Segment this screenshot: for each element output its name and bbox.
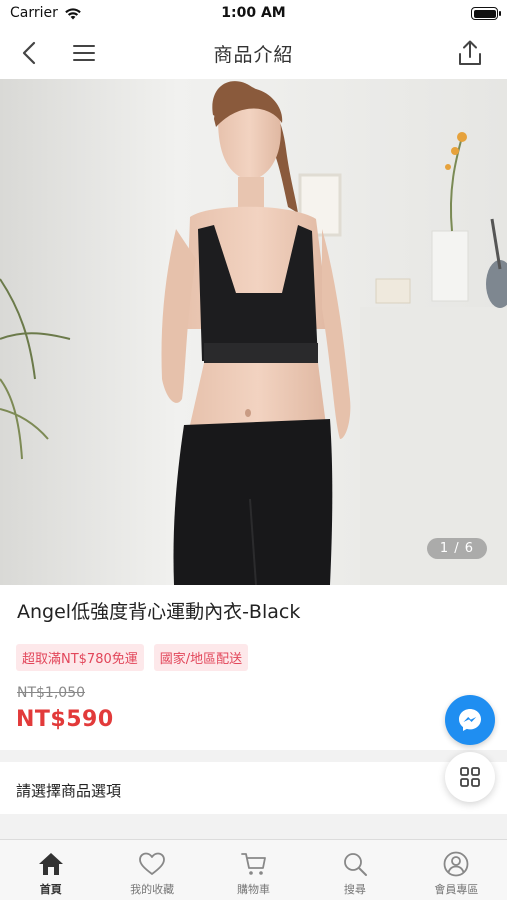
promo-tags: 超取滿NT$780免運 國家/地區配送	[16, 644, 249, 671]
tab-cart[interactable]: 購物車	[203, 840, 304, 900]
product-title: Angel低強度背心運動內衣-Black	[17, 601, 301, 623]
status-bar: Carrier 1:00 AM	[0, 0, 507, 28]
grid-menu-button[interactable]	[445, 752, 495, 802]
original-price: NT$1,050	[17, 685, 86, 701]
tab-search-label: 搜尋	[343, 883, 366, 896]
battery-icon	[471, 7, 501, 20]
nav-header: 商品介紹	[0, 28, 507, 78]
home-icon	[38, 853, 63, 875]
product-image-gallery[interactable]: 1 / 6	[0, 79, 507, 585]
tab-member-label: 會員專區	[434, 883, 479, 896]
messenger-button[interactable]	[445, 695, 495, 745]
heart-icon	[139, 852, 166, 875]
product-photo	[0, 79, 507, 585]
bottom-tab-bar: 首頁 我的收藏 購物車 搜尋 會員專區	[0, 839, 507, 900]
delivery-region-tag[interactable]: 國家/地區配送	[153, 644, 249, 671]
tab-favorites-label: 我的收藏	[130, 883, 175, 896]
select-option-label: 請選擇商品選項	[16, 782, 122, 800]
tab-cart-label: 購物車	[237, 883, 271, 896]
tab-home[interactable]: 首頁	[0, 840, 101, 900]
gallery-pager: 1 / 6	[426, 538, 487, 559]
sale-price: NT$590	[16, 707, 114, 732]
select-option-row[interactable]: 請選擇商品選項	[0, 762, 507, 814]
section-divider	[0, 814, 507, 839]
status-time: 1:00 AM	[221, 5, 286, 21]
tab-favorites[interactable]: 我的收藏	[101, 840, 202, 900]
share-button[interactable]	[453, 36, 487, 70]
user-icon	[443, 851, 469, 877]
grid-icon	[460, 767, 480, 787]
page-title: 商品介紹	[213, 44, 294, 66]
share-icon	[459, 40, 481, 65]
search-icon	[344, 853, 367, 876]
messenger-icon	[459, 709, 481, 731]
cart-icon	[240, 853, 266, 875]
tab-member[interactable]: 會員專區	[406, 840, 507, 900]
free-shipping-tag: 超取滿NT$780免運	[16, 644, 144, 671]
tab-search[interactable]: 搜尋	[304, 840, 405, 900]
tab-home-label: 首頁	[39, 883, 62, 896]
section-divider	[0, 750, 507, 762]
